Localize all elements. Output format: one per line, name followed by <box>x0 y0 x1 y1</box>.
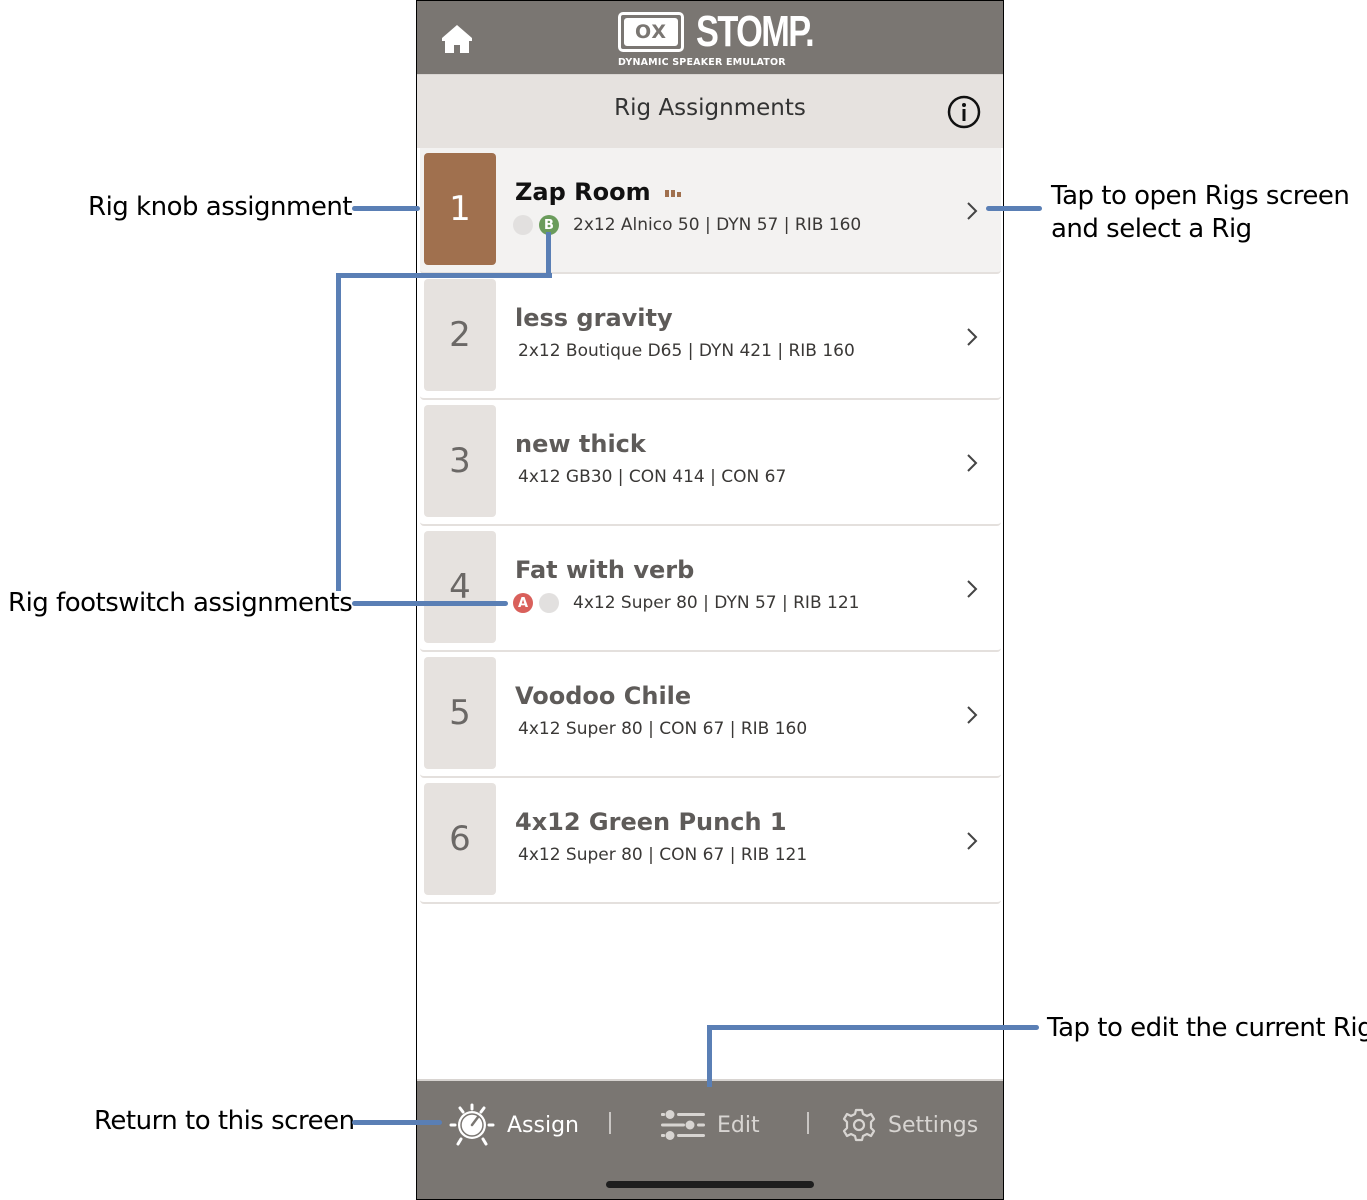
callout-line-footswitch <box>352 601 508 606</box>
callout-line-footswitch-horizontal <box>336 273 552 278</box>
rig-row-2[interactable]: 2 less gravity 2x12 Boutique D65 | DYN 4… <box>420 274 1001 400</box>
rig-name: Voodoo Chile <box>515 682 692 710</box>
rig-knob-number: 6 <box>424 783 496 895</box>
rig-row-1[interactable]: 1 Zap Room B 2x12 Alnico 50 | DYN 57 | R… <box>420 148 1001 274</box>
logo-mark-text: OX <box>624 18 678 46</box>
callout-line-edit-vertical <box>707 1025 712 1087</box>
nav-separator <box>807 1112 809 1134</box>
knob-icon <box>449 1103 495 1146</box>
callout-line-footswitch-vertical <box>336 273 341 591</box>
rig-detail: B 2x12 Alnico 50 | DYN 57 | RIB 160 <box>513 215 861 235</box>
chevron-right-icon[interactable] <box>965 830 979 852</box>
callout-return: Return to this screen <box>94 1106 355 1136</box>
rig-detail-text: 4x12 Super 80 | DYN 57 | RIB 121 <box>573 593 860 613</box>
logo-word: STOMP. <box>696 7 815 56</box>
nav-separator <box>609 1112 611 1134</box>
title-bar: Rig Assignments <box>417 74 1003 148</box>
rig-detail: 4x12 Super 80 | CON 67 | RIB 160 <box>518 719 808 739</box>
callout-line-return <box>352 1120 442 1125</box>
home-indicator <box>606 1181 814 1188</box>
chevron-right-icon[interactable] <box>965 578 979 600</box>
rig-detail: 2x12 Boutique D65 | DYN 421 | RIB 160 <box>518 341 855 361</box>
nav-settings-label: Settings <box>888 1112 979 1138</box>
rig-name: Fat with verb <box>515 556 695 584</box>
app-logo: OX STOMP. DYNAMIC SPEAKER EMULATOR <box>618 8 815 71</box>
gear-icon <box>842 1108 876 1142</box>
nav-edit[interactable]: Edit <box>661 1101 760 1149</box>
home-icon[interactable] <box>440 23 474 55</box>
rig-detail: A 4x12 Super 80 | DYN 57 | RIB 121 <box>513 593 859 613</box>
callout-line-edit-horizontal <box>707 1025 1039 1030</box>
rig-name: Zap Room <box>515 178 681 206</box>
logo-subtitle: DYNAMIC SPEAKER EMULATOR <box>618 57 786 68</box>
callout-knob-assignment: Rig knob assignment <box>88 192 353 222</box>
phone-screen: OX STOMP. DYNAMIC SPEAKER EMULATOR Rig A… <box>416 0 1004 1200</box>
callout-line-open-rigs <box>986 206 1042 211</box>
bottom-nav: Assign Edit Settings <box>417 1079 1003 1199</box>
footswitch-a-empty <box>513 215 533 235</box>
rig-list: 1 Zap Room B 2x12 Alnico 50 | DYN 57 | R… <box>417 148 1003 904</box>
rig-knob-number: 2 <box>424 279 496 391</box>
nav-assign[interactable]: Assign <box>449 1101 579 1149</box>
logo-mark: OX <box>618 12 684 52</box>
rig-detail: 4x12 Super 80 | CON 67 | RIB 121 <box>518 845 808 865</box>
rig-name: 4x12 Green Punch 1 <box>515 808 787 836</box>
rig-name: new thick <box>515 430 646 458</box>
rig-knob-number: 1 <box>424 153 496 265</box>
active-knob-indicator-icon <box>664 189 681 197</box>
rig-knob-number: 5 <box>424 657 496 769</box>
page-title: Rig Assignments <box>614 95 806 121</box>
nav-assign-label: Assign <box>507 1112 579 1138</box>
rig-knob-number: 3 <box>424 405 496 517</box>
nav-edit-label: Edit <box>717 1112 760 1138</box>
callout-line-knob <box>352 206 420 211</box>
rig-detail-text: 2x12 Alnico 50 | DYN 57 | RIB 160 <box>573 215 862 235</box>
chevron-right-icon[interactable] <box>965 704 979 726</box>
footswitch-b-empty <box>539 593 559 613</box>
info-icon[interactable] <box>947 95 981 129</box>
callout-line-footswitch-up <box>546 232 551 278</box>
nav-settings[interactable]: Settings <box>842 1101 978 1149</box>
rig-row-4[interactable]: 4 Fat with verb A 4x12 Super 80 | DYN 57… <box>420 526 1001 652</box>
top-bar: OX STOMP. DYNAMIC SPEAKER EMULATOR <box>417 1 1003 74</box>
callout-edit: Tap to edit the current Rig <box>1047 1013 1367 1043</box>
rig-detail: 4x12 GB30 | CON 414 | CON 67 <box>518 467 787 487</box>
rig-name: less gravity <box>515 304 673 332</box>
chevron-right-icon[interactable] <box>965 200 979 222</box>
footswitch-a-badge: A <box>513 593 533 613</box>
chevron-right-icon[interactable] <box>965 326 979 348</box>
sliders-icon <box>661 1110 705 1140</box>
rig-row-6[interactable]: 6 4x12 Green Punch 1 4x12 Super 80 | CON… <box>420 778 1001 904</box>
chevron-right-icon[interactable] <box>965 452 979 474</box>
rig-row-3[interactable]: 3 new thick 4x12 GB30 | CON 414 | CON 67 <box>420 400 1001 526</box>
rig-row-5[interactable]: 5 Voodoo Chile 4x12 Super 80 | CON 67 | … <box>420 652 1001 778</box>
callout-open-rigs-line1: Tap to open Rigs screen <box>1051 181 1350 211</box>
rig-name-text: Zap Room <box>515 178 651 206</box>
callout-open-rigs-line2: and select a Rig <box>1051 214 1252 244</box>
callout-footswitch-assignments: Rig footswitch assignments <box>8 588 353 618</box>
rig-knob-number: 4 <box>424 531 496 643</box>
